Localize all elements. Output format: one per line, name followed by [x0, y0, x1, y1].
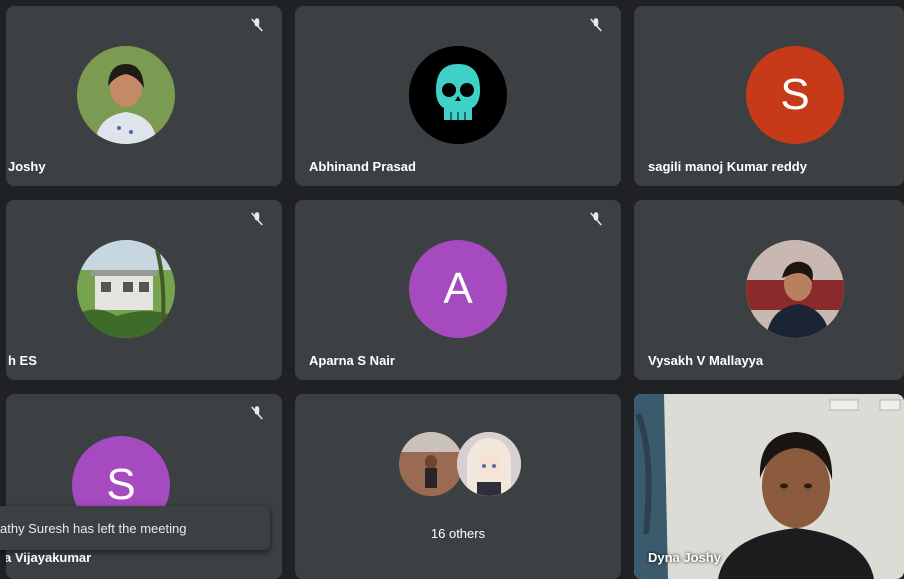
others-avatar-1 — [399, 432, 463, 496]
others-count-label: 16 others — [430, 526, 486, 541]
avatar — [746, 240, 844, 338]
participant-tile-others[interactable]: 16 others — [295, 394, 621, 579]
avatar: A — [409, 240, 507, 338]
participant-tile-self-video[interactable]: Dyna Joshy — [634, 394, 904, 579]
mic-off-icon — [251, 18, 263, 32]
toast-text: athy Suresh has left the meeting — [0, 520, 187, 536]
avatar — [409, 46, 507, 144]
others-avatar-2 — [457, 432, 521, 496]
participant-name: Vysakh V Mallayya — [648, 353, 764, 368]
participant-name: sagili manoj Kumar reddy — [648, 159, 807, 174]
participant-name: a Vijayakumar — [6, 550, 92, 565]
participant-tile-vijayakumar[interactable]: S a Vijayakumar — [6, 394, 282, 579]
participant-left-toast: athy Suresh has left the meeting — [0, 506, 270, 550]
participant-name: Aparna S Nair — [309, 353, 395, 368]
participant-name: h ES — [8, 353, 37, 368]
avatar-letter: A — [443, 264, 473, 313]
participant-name: Dyna Joshy — [648, 550, 721, 565]
participant-tile-aparna[interactable]: A Aparna S Nair — [295, 200, 621, 380]
mic-off-icon — [590, 212, 602, 226]
participant-tile-joshy[interactable]: Joshy — [6, 6, 282, 186]
mic-off-icon — [590, 18, 602, 32]
participant-tile-abhinand[interactable]: Abhinand Prasad — [295, 6, 621, 186]
mic-off-icon — [251, 406, 263, 420]
participant-name: Joshy — [8, 159, 46, 174]
participant-tile-vysakh[interactable]: Vysakh V Mallayya — [634, 200, 904, 380]
participant-tile-sagili[interactable]: S sagili manoj Kumar reddy — [634, 6, 904, 186]
avatar: S — [746, 46, 844, 144]
avatar-letter: S — [106, 460, 136, 509]
participant-name: Abhinand Prasad — [309, 159, 416, 174]
avatar-letter: S — [780, 70, 810, 119]
avatar — [77, 240, 175, 338]
avatar — [77, 46, 175, 144]
mic-off-icon — [251, 212, 263, 226]
participant-tile-es[interactable]: h ES — [6, 200, 282, 380]
